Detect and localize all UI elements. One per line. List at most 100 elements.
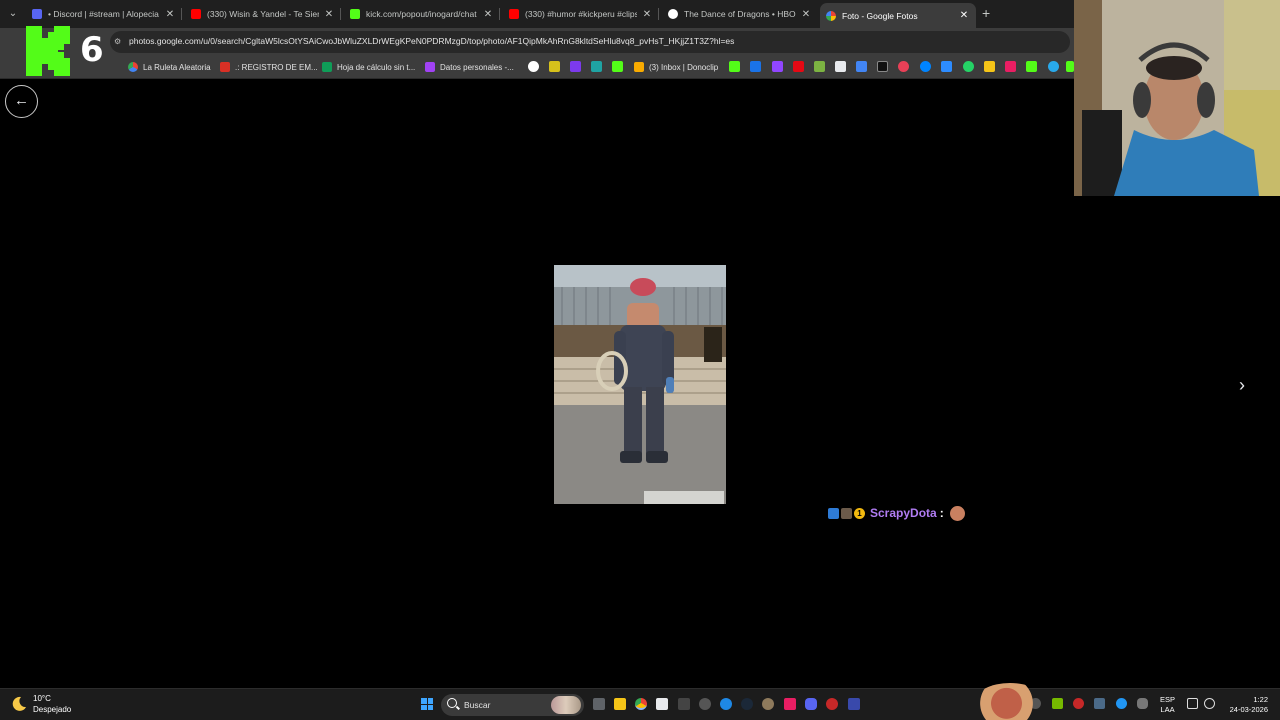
app-icon-7[interactable] <box>848 698 860 710</box>
bookmark-icon-3[interactable] <box>570 61 581 72</box>
bookmarks-bar: La Ruleta Aleatoria .: REGISTRO DE EM...… <box>0 55 1074 79</box>
clock-time: 1:22 <box>1253 695 1268 704</box>
bookmark-icon-8[interactable] <box>835 61 846 72</box>
telegram-icon[interactable] <box>1048 61 1059 72</box>
close-tab-icon[interactable]: ✕ <box>958 10 970 21</box>
tab-youtube-wisin[interactable]: (330) Wisin & Yandel - Te Sient ✕ <box>185 3 341 25</box>
bookmark-icon-5[interactable] <box>729 61 740 72</box>
app-icon-2[interactable] <box>699 698 711 710</box>
bookmark-icon-1[interactable] <box>528 61 539 72</box>
calculator-icon[interactable] <box>678 698 690 710</box>
site-info-icon[interactable]: ⚙ <box>114 37 121 46</box>
task-view-icon[interactable] <box>593 698 605 710</box>
back-button[interactable]: ← <box>5 85 38 118</box>
kick-icon <box>350 9 360 19</box>
messenger-icon[interactable] <box>920 61 931 72</box>
app-icon-3[interactable] <box>720 698 732 710</box>
tab-hbo[interactable]: The Dance of Dragons • HBO M ✕ <box>662 3 818 25</box>
microphone-icon[interactable] <box>1137 698 1148 709</box>
bookmark-registro[interactable]: .: REGISTRO DE EM... <box>220 59 318 75</box>
app-icon-4[interactable] <box>762 698 774 710</box>
chrome-icon[interactable] <box>635 698 647 710</box>
tab-google-photos[interactable]: Foto - Google Fotos ✕ <box>820 3 976 28</box>
app-icon-6[interactable] <box>826 698 838 710</box>
bookmark-label: La Ruleta Aleatoria <box>143 62 211 72</box>
address-url[interactable]: photos.google.com/u/0/search/CgltaW5lcsO… <box>129 36 734 46</box>
chat-emote-icon <box>949 505 965 521</box>
file-explorer-icon[interactable] <box>614 698 626 710</box>
search-highlight-art <box>551 696 581 714</box>
windows-start-icon[interactable] <box>421 698 433 710</box>
tab-title: The Dance of Dragons • HBO M <box>684 9 796 19</box>
weather-description[interactable]: Despejado <box>33 705 71 714</box>
tab-kick-chat[interactable]: kick.com/popout/inogard/chat ✕ <box>344 3 500 25</box>
bookmark-datos[interactable]: Datos personales -... <box>425 59 514 75</box>
photo-image <box>554 265 726 504</box>
bookmark-hoja-calculo[interactable]: Hoja de cálculo sin t... <box>322 59 415 75</box>
bookmark-label: .: REGISTRO DE EM... <box>235 62 318 72</box>
search-icon <box>447 698 457 708</box>
volume-icon[interactable] <box>1204 698 1215 709</box>
discord-icon <box>32 9 42 19</box>
language-indicator[interactable]: ESP LAA <box>1160 695 1175 715</box>
bookmark-icon-9[interactable] <box>856 61 867 72</box>
address-bar[interactable]: ⚙ photos.google.com/u/0/search/CgltaW5lc… <box>110 31 1070 53</box>
kick-viewer-count: 6 <box>80 30 104 70</box>
roulette-icon <box>128 62 138 72</box>
donoclip-icon <box>634 62 644 72</box>
new-tab-plus-icon[interactable]: + <box>982 5 996 21</box>
bluetooth-tray-icon[interactable] <box>1116 698 1127 709</box>
bookmark-donoclip[interactable]: (3) Inbox | Donoclip <box>634 59 718 75</box>
steam-icon[interactable] <box>741 698 753 710</box>
twitch-icon[interactable] <box>772 61 783 72</box>
bookmark-icon-15[interactable] <box>1026 61 1037 72</box>
bookmark-icon-6[interactable] <box>750 61 761 72</box>
search-label: Buscar <box>464 700 491 710</box>
tab-title: Foto - Google Fotos <box>842 10 918 21</box>
close-tab-icon[interactable]: ✕ <box>323 9 335 20</box>
discord-taskbar-icon[interactable] <box>805 698 817 710</box>
bookmark-icon-12[interactable] <box>941 61 952 72</box>
taskbar-search[interactable]: Buscar <box>441 694 584 716</box>
nvidia-tray-icon[interactable] <box>1052 698 1063 709</box>
tab-title: • Discord | #stream | Alopecia Á <box>48 9 160 19</box>
bookmark-ruleta[interactable]: La Ruleta Aleatoria <box>128 59 211 75</box>
bookmark-icon-10[interactable] <box>877 61 888 72</box>
chat-username[interactable]: ScrapyDota <box>870 506 937 520</box>
bookmark-icon-7[interactable] <box>814 61 825 72</box>
app-icon-1[interactable] <box>656 698 668 710</box>
close-tab-icon[interactable]: ✕ <box>164 9 176 20</box>
language-code: ESP <box>1160 695 1176 704</box>
close-tab-icon[interactable]: ✕ <box>800 9 812 20</box>
bookmark-icon-4[interactable] <box>591 61 602 72</box>
bookmark-icon-11[interactable] <box>898 61 909 72</box>
bookmark-icon-14[interactable] <box>1005 61 1016 72</box>
netflix-icon[interactable] <box>793 61 804 72</box>
keyboard-layout: LAA <box>1160 705 1175 714</box>
bookmark-icon-2[interactable] <box>549 61 560 72</box>
bookmark-label: Hoja de cálculo sin t... <box>337 62 416 72</box>
weather-temperature[interactable]: 10°C <box>33 694 51 703</box>
moon-weather-icon[interactable] <box>11 696 27 712</box>
network-icon[interactable] <box>1187 698 1198 709</box>
app-icon-5[interactable] <box>784 698 796 710</box>
next-photo-chevron-icon[interactable]: › <box>1232 372 1252 398</box>
tray-icon-2[interactable] <box>1073 698 1084 709</box>
bookmark-label: Datos personales -... <box>440 62 514 72</box>
tab-youtube-humor[interactable]: (330) #humor #kickperu #clips ✕ <box>503 3 659 25</box>
steam-tray-icon[interactable] <box>1094 698 1105 709</box>
datos-icon <box>425 62 435 72</box>
bookmark-icon-16[interactable] <box>1066 61 1074 72</box>
stream-overlay-art <box>975 683 1045 720</box>
close-tab-icon[interactable]: ✕ <box>641 9 653 20</box>
whatsapp-icon[interactable] <box>963 61 974 72</box>
gift-badge-icon: 1 <box>854 507 865 519</box>
tab-search-chevron-icon[interactable]: ⌄ <box>5 6 21 22</box>
system-clock[interactable]: 1:22 24-03-2026 <box>1226 695 1268 715</box>
bookmark-icon-13[interactable] <box>984 61 995 72</box>
kick-bookmark-icon[interactable] <box>612 61 623 72</box>
tab-discord[interactable]: • Discord | #stream | Alopecia Á ✕ <box>26 3 182 25</box>
browser-toolbar: ⚙ photos.google.com/u/0/search/CgltaW5lc… <box>0 28 1074 55</box>
youtube-icon <box>509 9 519 19</box>
close-tab-icon[interactable]: ✕ <box>482 9 494 20</box>
